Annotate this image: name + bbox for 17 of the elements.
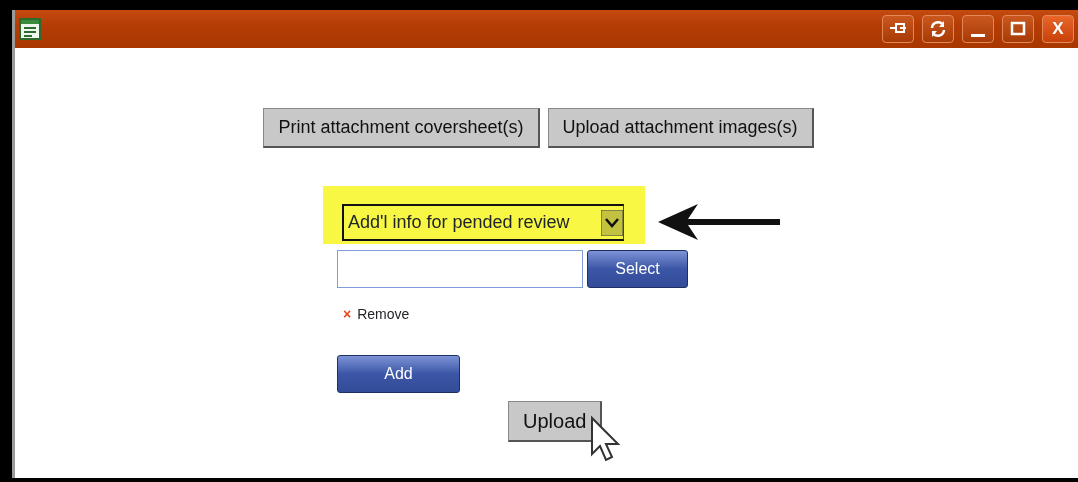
close-button[interactable]: X	[1042, 15, 1074, 43]
remove-icon[interactable]: ×	[343, 304, 352, 325]
select-button[interactable]: Select	[587, 250, 688, 288]
print-coversheet-button[interactable]: Print attachment coversheet(s)	[263, 108, 540, 148]
remove-link[interactable]: Remove	[357, 304, 410, 325]
maximize-button[interactable]	[1002, 15, 1034, 43]
refresh-button[interactable]	[922, 15, 954, 43]
pin-button[interactable]	[882, 15, 914, 43]
upload-button[interactable]: Upload	[508, 401, 603, 442]
category-dropdown[interactable]: Add'l info for pended review	[342, 204, 624, 241]
file-field[interactable]	[337, 250, 583, 288]
add-button[interactable]: Add	[337, 355, 460, 393]
chevron-down-icon	[601, 209, 623, 236]
window-icon	[19, 18, 41, 40]
upload-images-button[interactable]: Upload attachment images(s)	[547, 108, 814, 148]
minimize-icon	[971, 33, 985, 37]
minimize-button[interactable]	[962, 15, 994, 43]
